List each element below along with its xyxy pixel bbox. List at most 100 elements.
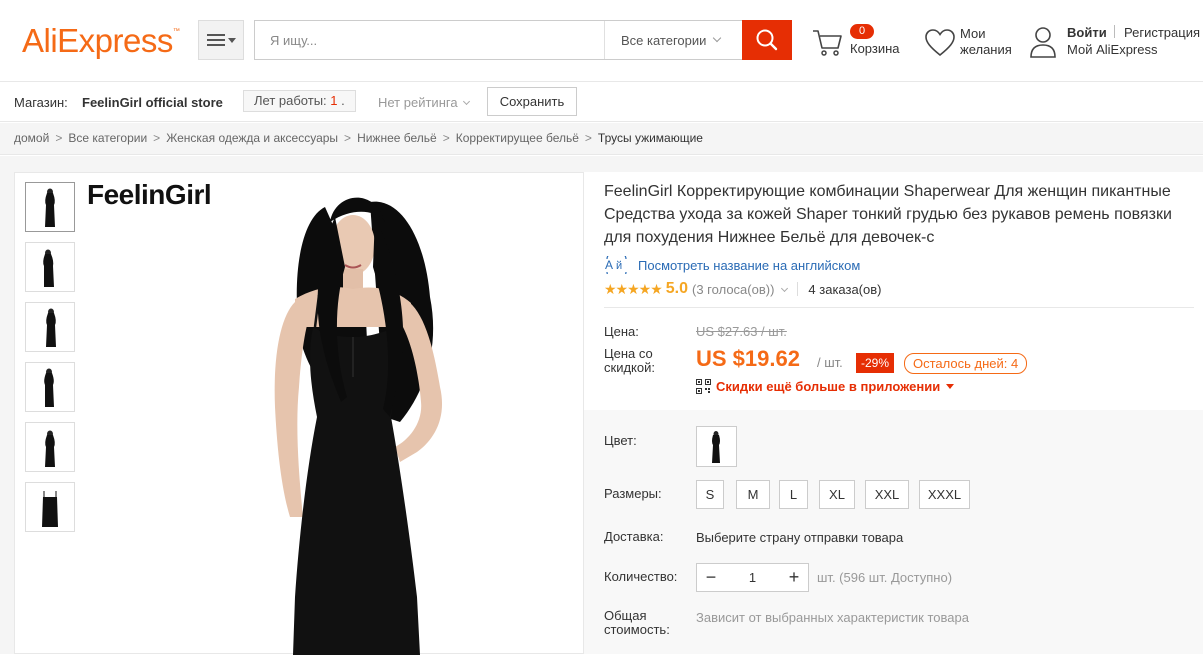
gallery-thumbnail[interactable] bbox=[25, 482, 75, 532]
color-label: Цвет: bbox=[604, 433, 637, 448]
category-select-label: Все категории bbox=[621, 32, 707, 48]
size-option-xl[interactable]: XL bbox=[819, 480, 855, 509]
account-area: Войти Регистрация Мой AliExpress bbox=[1030, 24, 1203, 64]
breadcrumb: домой > Все категории > Женская одежда и акс… bbox=[0, 123, 1203, 155]
sizes-label: Размеры: bbox=[604, 486, 662, 501]
rating-row: ★★★★★ 5.0 (3 голоса(ов)) 4 заказа(ов) bbox=[604, 280, 881, 298]
quantity-label: Количество: bbox=[604, 569, 678, 584]
orders-count: 4 заказа(ов) bbox=[808, 281, 882, 297]
divider bbox=[797, 282, 799, 296]
search-bar: Все категории bbox=[254, 20, 792, 60]
quantity-stepper: − 1 + bbox=[696, 563, 809, 592]
size-option-s[interactable]: S bbox=[696, 480, 724, 509]
product-options: Цвет: Размеры: S M L XL XXL XXXL Доставк… bbox=[584, 410, 1203, 654]
product-thumbnail-image bbox=[45, 430, 55, 467]
store-bar: Магазин: FeelinGirl official store Лет р… bbox=[0, 82, 1203, 122]
cart-link[interactable]: 0 Корзина bbox=[812, 24, 912, 64]
breadcrumb-all-categories[interactable]: Все категории bbox=[68, 131, 147, 145]
divider bbox=[1114, 25, 1115, 38]
gallery-thumbnail[interactable] bbox=[25, 302, 75, 352]
header: AliExpress™ Все категории 0 Корзина Мои bbox=[0, 0, 1203, 82]
product-thumbnail-image bbox=[44, 368, 54, 407]
search-icon bbox=[756, 29, 778, 51]
size-option-l[interactable]: L bbox=[779, 480, 808, 509]
save-store-button[interactable]: Сохранить bbox=[487, 87, 577, 116]
gallery-thumbnail[interactable] bbox=[25, 182, 75, 232]
product-title: FeelinGirl Корректирующие комбинации Sha… bbox=[604, 183, 1172, 246]
app-promo-link[interactable]: Скидки ещё больше в приложении bbox=[696, 379, 955, 394]
quantity-input[interactable]: 1 bbox=[725, 564, 780, 591]
svg-text:й: й bbox=[616, 260, 622, 272]
price-unit: / шт. bbox=[817, 355, 843, 370]
breadcrumb-womens-clothing[interactable]: Женская одежда и аксессуары bbox=[166, 131, 338, 145]
brand-logo: FeelinGirl bbox=[87, 179, 212, 210]
divider bbox=[604, 307, 1194, 308]
total-label: Общая стоимость: bbox=[604, 608, 670, 637]
my-aliexpress-link[interactable]: Мой AliExpress bbox=[1067, 42, 1158, 57]
store-years-badge: Лет работы: 1 . bbox=[243, 90, 356, 112]
product-thumbnail-image bbox=[46, 308, 56, 347]
size-option-m[interactable]: M bbox=[736, 480, 770, 509]
quantity-increase-button[interactable]: + bbox=[780, 564, 808, 591]
store-label: Магазин: bbox=[14, 95, 68, 110]
product-thumbnail-image bbox=[43, 249, 54, 287]
aliexpress-logo[interactable]: AliExpress™ bbox=[22, 22, 180, 60]
color-option[interactable] bbox=[696, 426, 737, 467]
wishlist-label: Мои желания bbox=[960, 26, 1012, 57]
size-option-xxxl[interactable]: XXXL bbox=[919, 480, 970, 509]
breadcrumb-current: Трусы ужимающие bbox=[597, 131, 703, 145]
app-promo-label: Скидки ещё больше в приложении bbox=[716, 379, 941, 394]
discount-price: US $19.62 bbox=[696, 346, 800, 371]
size-option-xxl[interactable]: XXL bbox=[865, 480, 909, 509]
translate-icon: A й bbox=[605, 256, 627, 274]
product-thumbnail-image bbox=[45, 188, 55, 227]
votes-dropdown[interactable]: (3 голоса(ов)) bbox=[692, 282, 789, 297]
gallery-thumbnail[interactable] bbox=[25, 422, 75, 472]
search-input[interactable] bbox=[255, 21, 604, 59]
color-option-image bbox=[712, 431, 720, 463]
chevron-down-icon bbox=[781, 284, 789, 292]
categories-menu-button[interactable] bbox=[198, 20, 244, 60]
qr-code-icon bbox=[696, 379, 711, 394]
product-thumbnail-image bbox=[42, 491, 58, 527]
heart-icon bbox=[925, 29, 955, 57]
rating-stars: ★★★★★ bbox=[604, 280, 663, 297]
cart-count-badge: 0 bbox=[850, 24, 874, 39]
svg-text:A: A bbox=[605, 258, 613, 272]
product-main-image[interactable] bbox=[195, 177, 535, 655]
caret-down-icon bbox=[227, 37, 236, 43]
availability-text: шт. (596 шт. Доступно) bbox=[817, 570, 953, 585]
user-icon bbox=[1030, 27, 1056, 58]
hamburger-icon bbox=[206, 34, 225, 46]
shipping-country-select[interactable]: Выберите страну отправки товара bbox=[696, 530, 903, 545]
store-rating[interactable]: Нет рейтинга bbox=[378, 95, 470, 110]
product-gallery: FeelinGirl bbox=[14, 172, 584, 655]
discount-percent-badge: -29% bbox=[856, 353, 895, 373]
store-name-link[interactable]: FeelinGirl official store bbox=[82, 95, 223, 110]
breadcrumb-underwear[interactable]: Нижнее бельё bbox=[357, 131, 437, 145]
price-label: Цена: bbox=[604, 324, 639, 339]
breadcrumb-home[interactable]: домой bbox=[14, 131, 49, 145]
chevron-down-icon bbox=[713, 33, 722, 43]
caret-down-icon bbox=[946, 384, 955, 389]
gallery-thumbnail[interactable] bbox=[25, 242, 75, 292]
cart-label: Корзина bbox=[850, 41, 900, 56]
translate-link-label: Посмотреть название на английском bbox=[638, 257, 861, 273]
quantity-decrease-button[interactable]: − bbox=[697, 564, 725, 591]
discount-price-label: Цена со скидкой: bbox=[604, 346, 655, 375]
rating-score: 5.0 bbox=[665, 280, 689, 297]
login-link[interactable]: Войти bbox=[1067, 25, 1107, 40]
gallery-thumbnail[interactable] bbox=[25, 362, 75, 412]
translate-title-link[interactable]: A й Посмотреть название на английском bbox=[604, 256, 860, 274]
search-button[interactable] bbox=[742, 20, 792, 60]
category-select[interactable]: Все категории bbox=[604, 21, 742, 59]
total-value: Зависит от выбранных характеристик товар… bbox=[696, 610, 969, 625]
register-link[interactable]: Регистрация bbox=[1124, 25, 1200, 40]
shipping-label: Доставка: bbox=[604, 529, 664, 544]
wishlist-link[interactable]: Мои желания bbox=[924, 24, 1024, 64]
days-left-badge: Осталось дней: 4 bbox=[904, 353, 1028, 374]
breadcrumb-shapewear[interactable]: Корректирущее бельё bbox=[456, 131, 579, 145]
old-price: US $27.63 / шт. bbox=[696, 324, 787, 339]
chevron-down-icon bbox=[462, 97, 470, 106]
cart-icon bbox=[813, 30, 842, 56]
